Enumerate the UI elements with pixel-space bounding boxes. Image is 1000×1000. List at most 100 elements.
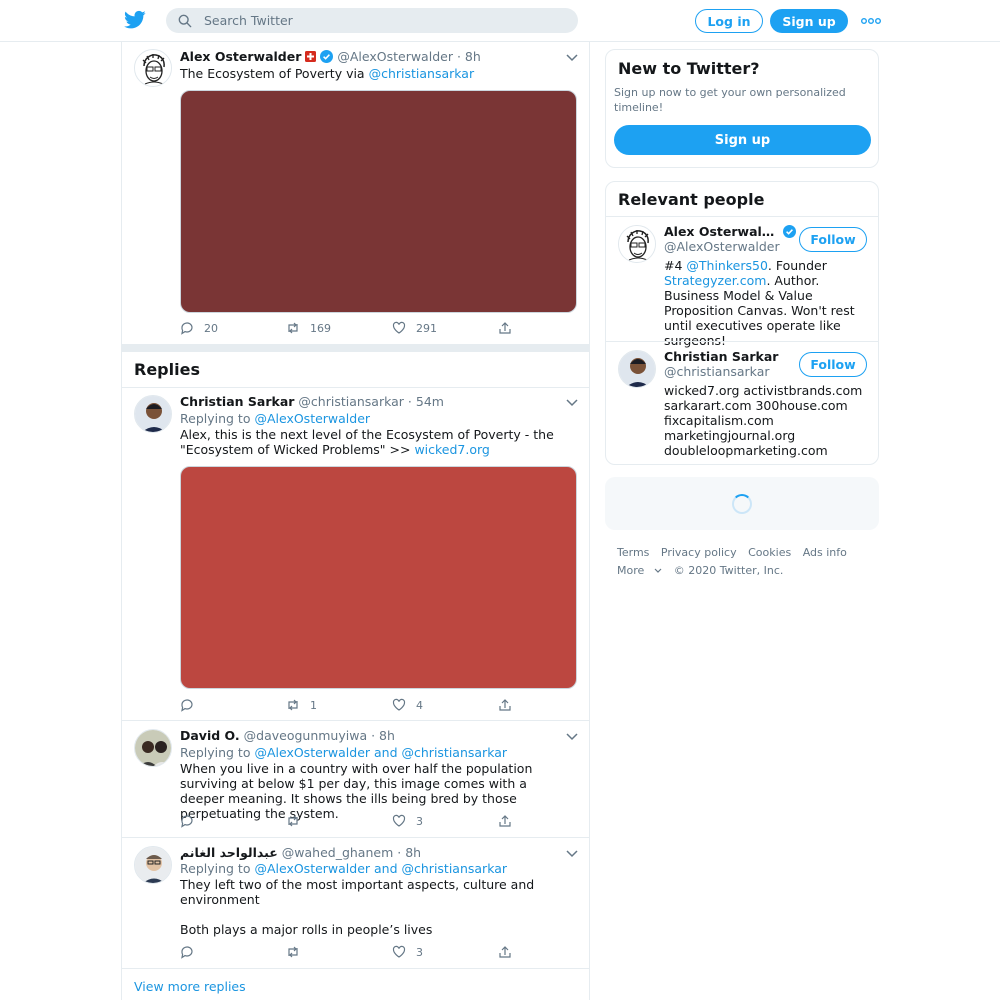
cookies-link[interactable]: Cookies [748, 546, 791, 559]
author-handle[interactable]: @christiansarkar [298, 394, 404, 409]
mention-link[interactable]: @christiansarkar [369, 66, 475, 81]
divider [122, 387, 589, 388]
like-button[interactable]: 291 [392, 321, 437, 335]
replying-to-link[interactable]: @AlexOsterwalder and @christiansarkar [254, 861, 507, 876]
reply-button[interactable]: 20 [180, 321, 218, 335]
avatar[interactable] [134, 729, 172, 767]
divider [122, 720, 589, 721]
avatar[interactable] [134, 49, 172, 87]
bio-mention-link[interactable]: @Thinkers50 [686, 258, 768, 273]
replying-to-link[interactable]: @AlexOsterwalder and @christiansarkar [254, 745, 507, 760]
person-handle[interactable]: @christiansarkar [664, 364, 770, 379]
reply-icon [181, 322, 193, 335]
tweet-time[interactable]: · 54m [408, 394, 444, 409]
more-options-icon[interactable] [860, 12, 882, 30]
reply-icon [181, 946, 193, 959]
bio-url-link[interactable]: doubleloopmarketing.com [664, 443, 872, 458]
avatar[interactable] [618, 225, 656, 263]
replying-to-link[interactable]: @AlexOsterwalder [254, 411, 370, 426]
url-link[interactable]: wicked7.org [414, 442, 489, 457]
tweet-actions: 20 169 291 [180, 321, 520, 337]
login-button[interactable]: Log in [695, 9, 763, 33]
share-icon [499, 699, 511, 711]
like-count: 3 [416, 814, 423, 828]
relevant-people-card: Relevant people Alex Osterwal… @AlexOste… [605, 181, 879, 465]
retweet-button[interactable]: 1 [286, 698, 317, 712]
search-box[interactable] [166, 8, 578, 33]
view-more-replies-link[interactable]: View more replies [134, 979, 246, 994]
tweet-text: They left two of the most important aspe… [180, 877, 535, 907]
author-name[interactable]: David O. [180, 728, 240, 743]
share-button[interactable] [498, 698, 522, 712]
avatar[interactable] [134, 395, 172, 433]
person-name[interactable]: Christian Sarkar [664, 349, 778, 364]
heart-icon [392, 698, 406, 711]
like-count: 291 [416, 321, 437, 335]
retweet-count: 169 [310, 321, 331, 335]
ads-info-link[interactable]: Ads info [803, 546, 847, 559]
heart-icon [392, 321, 406, 334]
replying-label: Replying to [180, 411, 255, 426]
terms-link[interactable]: Terms [617, 546, 649, 559]
like-button[interactable]: 4 [392, 698, 423, 712]
like-count: 3 [416, 945, 423, 959]
tweet-time[interactable]: · 8h [371, 728, 395, 743]
follow-button[interactable]: Follow [799, 352, 867, 377]
author-name[interactable]: Alex Osterwalder [180, 49, 301, 64]
divider [122, 968, 589, 969]
share-button[interactable] [498, 321, 522, 335]
bio-url-link[interactable]: sarkarart.com 300house.com [664, 398, 872, 413]
author-handle[interactable]: @wahed_ghanem [282, 845, 394, 860]
retweet-button[interactable]: 169 [286, 321, 331, 335]
bio-url-link[interactable]: fixcapitalism.com [664, 413, 872, 428]
chevron-down-icon[interactable] [566, 54, 578, 62]
follow-button[interactable]: Follow [799, 227, 867, 252]
more-menu[interactable]: More [617, 564, 662, 577]
tweet-actions: 3 [180, 814, 520, 830]
card-title: New to Twitter? [618, 59, 760, 78]
share-button[interactable] [498, 945, 522, 959]
person-handle[interactable]: @AlexOsterwalder [664, 239, 780, 254]
tweet-time[interactable]: · 8h [457, 49, 481, 64]
author-handle[interactable]: @daveogunmuyiwa [244, 728, 367, 743]
search-input[interactable] [204, 13, 564, 28]
bio-url-link[interactable]: marketingjournal.org [664, 428, 872, 443]
more-label: More [617, 564, 645, 577]
author-handle[interactable]: @AlexOsterwalder [337, 49, 453, 64]
chevron-down-icon[interactable] [566, 399, 578, 407]
tweet-time[interactable]: · 8h [397, 845, 421, 860]
chevron-down-icon[interactable] [566, 850, 578, 858]
avatar[interactable] [618, 350, 656, 388]
privacy-link[interactable]: Privacy policy [661, 546, 737, 559]
tweet-text-body: The Ecosystem of Poverty via [180, 66, 369, 81]
person-name[interactable]: Alex Osterwal… [664, 224, 796, 239]
like-button[interactable]: 3 [392, 814, 423, 828]
card-subtitle: Sign up now to get your own personalized… [614, 86, 846, 114]
author-name[interactable]: Christian Sarkar [180, 394, 294, 409]
tweet-header: Alex Osterwalder @AlexOsterwalder · 8h [180, 49, 481, 64]
bio-url-link[interactable]: wicked7.org activistbrands.com [664, 383, 872, 398]
bio-text: #4 [664, 258, 687, 273]
signup-button[interactable]: Sign up [770, 9, 848, 33]
tweet-actions: 1 4 [180, 698, 520, 714]
share-button[interactable] [498, 814, 522, 828]
tweet-header: Christian Sarkar @christiansarkar · 54m [180, 394, 444, 409]
loading-module [605, 477, 879, 530]
tweet-media-image[interactable] [180, 90, 577, 313]
tweet-header: عبدالواحد الغانم @wahed_ghanem · 8h [180, 845, 421, 860]
avatar[interactable] [134, 846, 172, 884]
like-button[interactable]: 3 [392, 945, 423, 959]
reply-button[interactable] [180, 698, 204, 712]
twitter-logo-icon[interactable] [124, 10, 146, 30]
retweet-button[interactable] [286, 814, 310, 828]
chevron-down-icon[interactable] [566, 733, 578, 741]
reply-button[interactable] [180, 945, 204, 959]
person-name-text: Alex Osterwal… [664, 224, 775, 239]
reply-button[interactable] [180, 814, 204, 828]
retweet-button[interactable] [286, 945, 310, 959]
tweet-media-image[interactable] [180, 466, 577, 689]
sidebar-signup-button[interactable]: Sign up [614, 125, 871, 155]
author-name[interactable]: عبدالواحد الغانم [180, 845, 278, 860]
bio-url-link[interactable]: Strategyzer.com [664, 273, 766, 288]
person-bio-links: wicked7.org activistbrands.com sarkarart… [664, 383, 872, 458]
